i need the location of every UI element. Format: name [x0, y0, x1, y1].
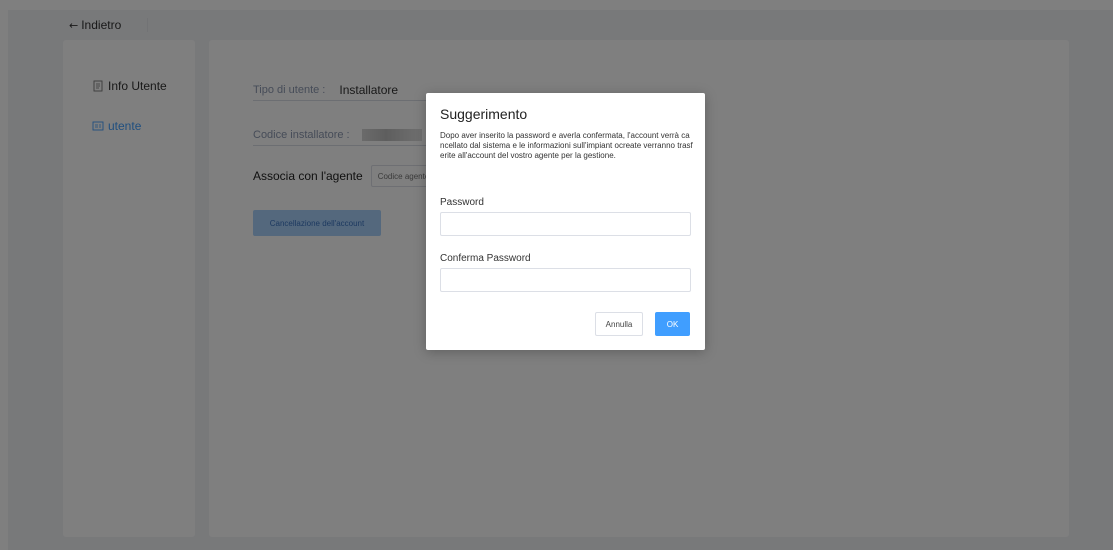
dialog-message: Dopo aver inserito la password e averla …	[440, 131, 693, 160]
confirm-password-label: Conferma Password	[440, 253, 531, 264]
password-field[interactable]	[440, 212, 691, 236]
password-label: Password	[440, 197, 484, 208]
confirm-dialog: Suggerimento Dopo aver inserito la passw…	[426, 93, 705, 350]
dialog-title: Suggerimento	[440, 106, 528, 122]
ok-button[interactable]: OK	[655, 312, 690, 336]
confirm-password-field[interactable]	[440, 268, 691, 292]
cancel-button[interactable]: Annulla	[595, 312, 643, 336]
